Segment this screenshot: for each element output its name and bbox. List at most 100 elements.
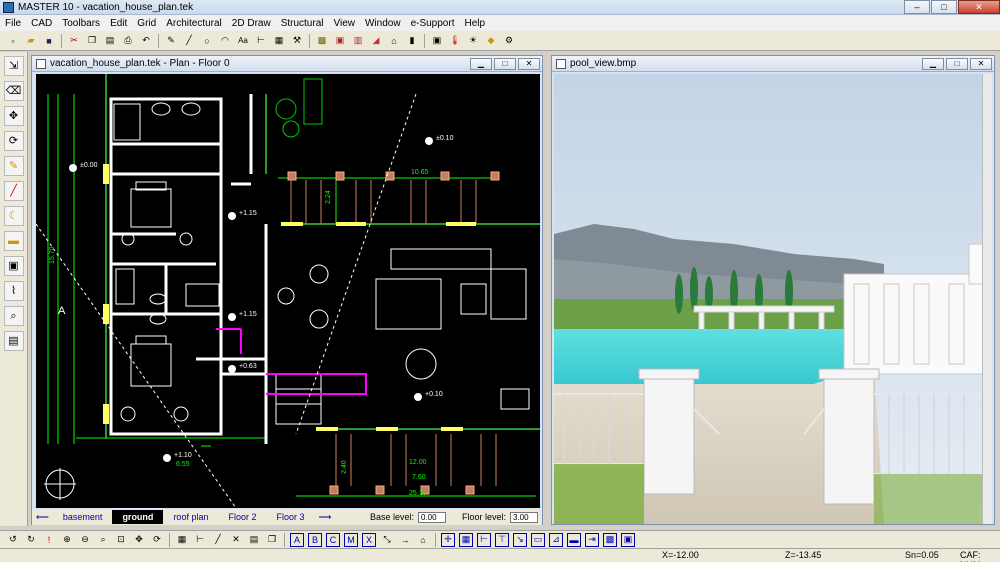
- grid10-icon[interactable]: ▩: [603, 532, 617, 547]
- block-icon[interactable]: ▣: [3, 256, 24, 276]
- sun-icon[interactable]: ◆: [484, 34, 498, 48]
- tab-ground[interactable]: ground: [112, 510, 164, 524]
- plan-maximize-button[interactable]: □: [494, 57, 516, 70]
- zoom-all-icon[interactable]: ⊡: [114, 533, 128, 547]
- zoom-window-icon[interactable]: ⌕: [96, 533, 110, 547]
- pool-scrollbar[interactable]: [982, 74, 992, 524]
- dim-icon[interactable]: →: [398, 533, 412, 547]
- menu-window[interactable]: Window: [360, 18, 406, 29]
- pipette-icon[interactable]: ⌇: [3, 281, 24, 301]
- floor-level-input[interactable]: 3.00: [510, 511, 538, 523]
- crosshair-icon[interactable]: ✛: [441, 532, 455, 547]
- moon-icon[interactable]: ☾: [3, 206, 24, 226]
- pool-close-button[interactable]: ✕: [970, 57, 992, 70]
- plan-canvas[interactable]: ±0.00 ±0.10 +1.15 +1.15 +0.63 +0.10 +1.1…: [36, 74, 540, 508]
- stair-icon[interactable]: ◢: [369, 34, 383, 48]
- tab-floor-2[interactable]: Floor 2: [218, 510, 266, 524]
- text-a-icon[interactable]: A: [290, 532, 304, 547]
- grid6-icon[interactable]: ▭: [531, 532, 545, 547]
- arc-icon[interactable]: ◠: [218, 34, 232, 48]
- pencil-icon[interactable]: ✎: [164, 34, 178, 48]
- pool-maximize-button[interactable]: □: [946, 57, 968, 70]
- thermometer-icon[interactable]: 🌡: [448, 34, 462, 48]
- hammer-icon[interactable]: ⚒: [290, 34, 304, 48]
- text-b-icon[interactable]: B: [308, 532, 322, 547]
- move-icon[interactable]: ✥: [3, 106, 24, 126]
- grid8-icon[interactable]: ▬: [567, 532, 581, 547]
- line-icon[interactable]: ╱: [182, 34, 196, 48]
- grid3-icon[interactable]: ⊢: [477, 532, 491, 547]
- paste-icon[interactable]: ▤: [103, 34, 117, 48]
- door-icon[interactable]: ▥: [351, 34, 365, 48]
- select-icon[interactable]: ⇲: [3, 56, 24, 76]
- layer-icon[interactable]: ▬: [3, 231, 24, 251]
- zoom-icon[interactable]: ⌕: [3, 306, 24, 326]
- mirror-icon[interactable]: M: [344, 532, 358, 547]
- stretch-icon[interactable]: ⤡: [380, 533, 394, 547]
- pool-minimize-button[interactable]: ▁: [922, 57, 944, 70]
- minimize-button[interactable]: –: [904, 0, 930, 14]
- tab-basement[interactable]: basement: [53, 510, 113, 524]
- grid4-icon[interactable]: ⊤: [495, 532, 509, 547]
- base-level-input[interactable]: 0.00: [417, 511, 446, 523]
- osnap-icon[interactable]: ✕: [229, 533, 243, 547]
- zoom-out-icon[interactable]: ⊖: [78, 533, 92, 547]
- zoom-in-icon[interactable]: ⊕: [60, 533, 74, 547]
- pan-icon[interactable]: ✥: [132, 533, 146, 547]
- redo-icon[interactable]: ↻: [24, 533, 38, 547]
- plan-minimize-button[interactable]: ▁: [470, 57, 492, 70]
- layer-icon[interactable]: ▤: [247, 533, 261, 547]
- print-icon[interactable]: ⎙: [121, 34, 135, 48]
- grid11-icon[interactable]: ▣: [621, 532, 635, 547]
- explode-icon[interactable]: X: [362, 532, 376, 547]
- floor-next-arrow-icon[interactable]: ⟶: [315, 510, 336, 524]
- menu-cad[interactable]: CAD: [26, 18, 57, 29]
- window-icon[interactable]: ▣: [333, 34, 347, 48]
- rotate-icon[interactable]: ⟳: [3, 131, 24, 151]
- menu-toolbars[interactable]: Toolbars: [57, 18, 105, 29]
- measure-icon[interactable]: ╱: [3, 181, 24, 201]
- copy-icon[interactable]: ❐: [85, 34, 99, 48]
- column-icon[interactable]: ▮: [405, 34, 419, 48]
- floor-prev-arrow-icon[interactable]: ⟵: [32, 510, 53, 524]
- new-icon[interactable]: ▫: [6, 34, 20, 48]
- menu-e-support[interactable]: e-Support: [406, 18, 460, 29]
- tab-roof-plan[interactable]: roof plan: [163, 510, 218, 524]
- roof-icon[interactable]: ⌂: [387, 34, 401, 48]
- snap-icon[interactable]: !: [42, 533, 56, 547]
- cut-icon[interactable]: ✂: [67, 34, 81, 48]
- text-block-icon[interactable]: ▤: [3, 331, 24, 351]
- mouse-icon[interactable]: ⌂: [416, 533, 430, 547]
- render-icon[interactable]: ▣: [430, 34, 444, 48]
- polar-icon[interactable]: ╱: [211, 533, 225, 547]
- copy-icon[interactable]: ❐: [265, 533, 279, 547]
- undo-icon[interactable]: ↺: [6, 533, 20, 547]
- hatch-icon[interactable]: ▦: [272, 34, 286, 48]
- light-icon[interactable]: ☀: [466, 34, 480, 48]
- menu-edit[interactable]: Edit: [105, 18, 132, 29]
- wall-icon[interactable]: ▩: [315, 34, 329, 48]
- save-icon[interactable]: ■: [42, 34, 56, 48]
- close-button[interactable]: ✕: [958, 0, 1000, 14]
- undo-icon[interactable]: ↶: [139, 34, 153, 48]
- ortho-icon[interactable]: ⊢: [193, 533, 207, 547]
- text-icon[interactable]: Aa: [236, 34, 250, 48]
- eraser-icon[interactable]: ⌫: [3, 81, 24, 101]
- tab-floor-3[interactable]: Floor 3: [266, 510, 314, 524]
- grid9-icon[interactable]: ⇥: [585, 532, 599, 547]
- plan-close-button[interactable]: ✕: [518, 57, 540, 70]
- maximize-button[interactable]: □: [931, 0, 957, 14]
- text-c-icon[interactable]: C: [326, 532, 340, 547]
- grid5-icon[interactable]: ↘: [513, 532, 527, 547]
- menu-structural[interactable]: Structural: [276, 18, 329, 29]
- grid-icon[interactable]: ▦: [175, 533, 189, 547]
- regen-icon[interactable]: ⟳: [150, 533, 164, 547]
- circle-icon[interactable]: ○: [200, 34, 214, 48]
- menu-2d-draw[interactable]: 2D Draw: [227, 18, 276, 29]
- menu-file[interactable]: File: [0, 18, 26, 29]
- open-icon[interactable]: ▰: [24, 34, 38, 48]
- pen-icon[interactable]: ✎: [3, 156, 24, 176]
- camera-icon[interactable]: ⚙: [502, 34, 516, 48]
- menu-help[interactable]: Help: [459, 18, 490, 29]
- grid7-icon[interactable]: ⊿: [549, 532, 563, 547]
